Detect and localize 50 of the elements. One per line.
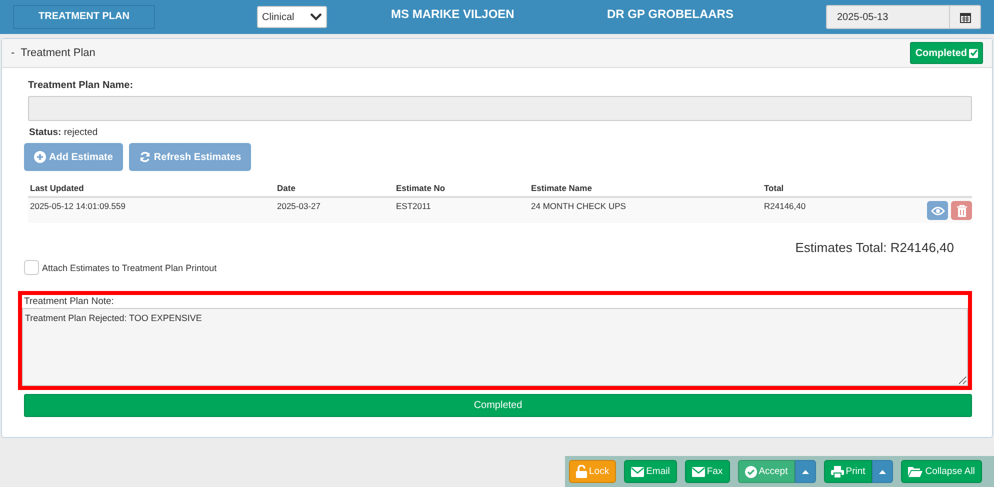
- column-header: Estimate Name: [530, 183, 593, 195]
- table-cell-text: R24146,40: [763, 201, 807, 213]
- table-cell-text: 24 MONTH CHECK UPS: [530, 201, 627, 213]
- field-label: Treatment Plan Name:: [28, 80, 134, 91]
- dropdown-button[interactable]: [872, 460, 894, 483]
- completed-bar-button[interactable]: Completed: [24, 394, 972, 417]
- folder-icon: [908, 466, 924, 477]
- date-field[interactable]: 2025-05-13: [826, 5, 981, 29]
- caret-up-icon: [879, 470, 886, 474]
- toolbar-button[interactable]: Fax: [684, 460, 730, 483]
- toolbar-button[interactable]: Lock: [569, 460, 616, 483]
- checkbox-label: Attach Estimates to Treatment Plan Printout: [42, 262, 217, 272]
- envelope-icon: [631, 466, 644, 476]
- dropdown-button[interactable]: [794, 460, 816, 483]
- column-header: Estimate No: [395, 183, 446, 195]
- treatment-plan-tab[interactable]: TREATMENT PLAN: [13, 4, 155, 28]
- eye-icon: [930, 206, 944, 216]
- patient-name: MS MARIKE VILJOEN: [391, 7, 516, 21]
- refresh-icon: [138, 151, 151, 163]
- status-text: Status: rejected: [29, 127, 99, 138]
- calendar-icon: [960, 12, 970, 22]
- plus-circle-icon: [34, 151, 46, 163]
- chevron-down-icon: [310, 13, 322, 21]
- note-label: Treatment Plan Note:: [24, 296, 115, 308]
- trash-icon: [956, 204, 966, 216]
- caret-up-icon: [802, 470, 809, 474]
- toolbar-button[interactable]: Collapse All: [901, 460, 982, 483]
- panel-title[interactable]: - Treatment Plan: [11, 47, 96, 59]
- column-header: Date: [276, 183, 296, 195]
- toolbar-button[interactable]: Print: [824, 460, 872, 483]
- category-select[interactable]: Clinical: [257, 6, 327, 28]
- plan-name-field[interactable]: [28, 96, 972, 121]
- printer-icon: [830, 466, 844, 478]
- estimates-total: Estimates Total: R24146,40: [795, 240, 954, 255]
- table-cell-text: EST2011: [395, 201, 432, 213]
- completed-button[interactable]: Completed: [910, 42, 983, 64]
- view-button[interactable]: [927, 201, 948, 220]
- attach-checkbox[interactable]: [24, 260, 39, 275]
- check-circle-icon: [744, 466, 757, 478]
- doctor-name: DR GP GROBELAARS: [607, 7, 734, 21]
- toolbar-button[interactable]: Email: [624, 460, 677, 483]
- column-header: Total: [763, 183, 785, 195]
- unlock-icon: [576, 465, 587, 478]
- note-field[interactable]: Treatment Plan Rejected: TOO EXPENSIVE: [22, 308, 968, 386]
- table-cell-text: 2025-03-27: [276, 201, 322, 213]
- delete-button[interactable]: [951, 201, 972, 220]
- table-cell-text: 2025-05-12 14:01:09.559: [29, 201, 126, 213]
- toolbar-button[interactable]: Accept: [738, 460, 795, 483]
- envelope-icon: [692, 466, 705, 476]
- column-header: Last Updated: [29, 183, 85, 195]
